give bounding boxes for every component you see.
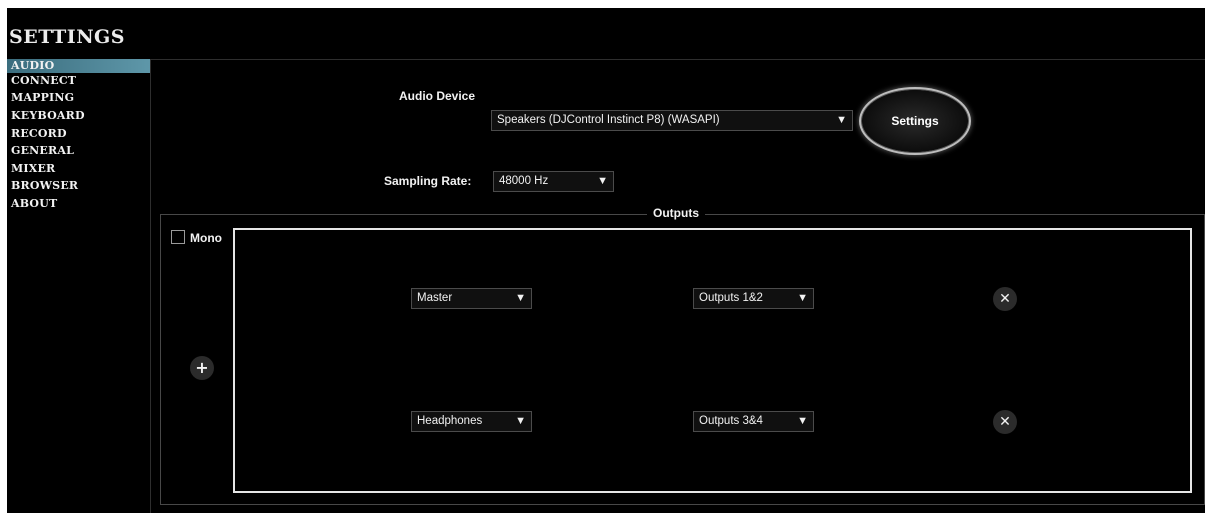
add-output-button[interactable]: +	[190, 356, 214, 380]
close-icon: ✕	[999, 291, 1011, 307]
output-destination-select[interactable]: Outputs 1&2 ▼	[693, 288, 814, 309]
audio-device-value: Speakers (DJControl Instinct P8) (WASAPI…	[497, 114, 720, 126]
sidebar-item-mapping[interactable]: MAPPING	[7, 91, 150, 105]
output-source-select[interactable]: Master ▼	[411, 288, 532, 309]
sidebar-item-connect[interactable]: CONNECT	[7, 74, 150, 88]
sidebar-item-about[interactable]: ABOUT	[7, 197, 150, 211]
output-destination-select[interactable]: Outputs 3&4 ▼	[693, 411, 814, 432]
chevron-down-icon: ▼	[597, 175, 608, 187]
settings-window: SETTINGS AUDIO CONNECT MAPPING KEYBOARD …	[7, 8, 1205, 513]
sidebar-item-mixer[interactable]: MIXER	[7, 162, 150, 176]
output-destination-value: Outputs 3&4	[699, 415, 763, 427]
chevron-down-icon: ▼	[797, 415, 808, 427]
page-title: SETTINGS	[9, 26, 126, 48]
output-destination-value: Outputs 1&2	[699, 292, 763, 304]
sampling-rate-value: 48000 Hz	[499, 175, 549, 187]
chevron-down-icon: ▼	[515, 292, 526, 304]
sampling-rate-label: Sampling Rate:	[384, 174, 472, 188]
chevron-down-icon: ▼	[797, 292, 808, 304]
output-source-value: Headphones	[417, 415, 483, 427]
remove-output-button[interactable]: ✕	[993, 287, 1017, 311]
chevron-down-icon: ▼	[836, 114, 847, 126]
output-source-select[interactable]: Headphones ▼	[411, 411, 532, 432]
sidebar-item-keyboard[interactable]: KEYBOARD	[7, 109, 150, 123]
device-settings-button[interactable]: Settings	[862, 90, 968, 152]
header-divider	[150, 59, 1205, 60]
outputs-title: Outputs	[647, 206, 705, 220]
audio-device-select[interactable]: Speakers (DJControl Instinct P8) (WASAPI…	[491, 110, 853, 131]
sidebar-item-general[interactable]: GENERAL	[7, 144, 150, 158]
sidebar: AUDIO CONNECT MAPPING KEYBOARD RECORD GE…	[7, 59, 151, 513]
mono-label: Mono	[190, 231, 222, 245]
chevron-down-icon: ▼	[515, 415, 526, 427]
output-routing-panel	[233, 228, 1192, 493]
output-source-value: Master	[417, 292, 453, 304]
sampling-rate-select[interactable]: 48000 Hz ▼	[493, 171, 614, 192]
mono-checkbox[interactable]	[171, 230, 185, 244]
plus-icon: +	[195, 358, 209, 377]
sidebar-item-record[interactable]: RECORD	[7, 127, 150, 141]
audio-device-label: Audio Device	[399, 89, 476, 103]
sidebar-item-audio[interactable]: AUDIO	[7, 59, 150, 73]
remove-output-button[interactable]: ✕	[993, 410, 1017, 434]
sidebar-item-browser[interactable]: BROWSER	[7, 179, 150, 193]
close-icon: ✕	[999, 414, 1011, 430]
